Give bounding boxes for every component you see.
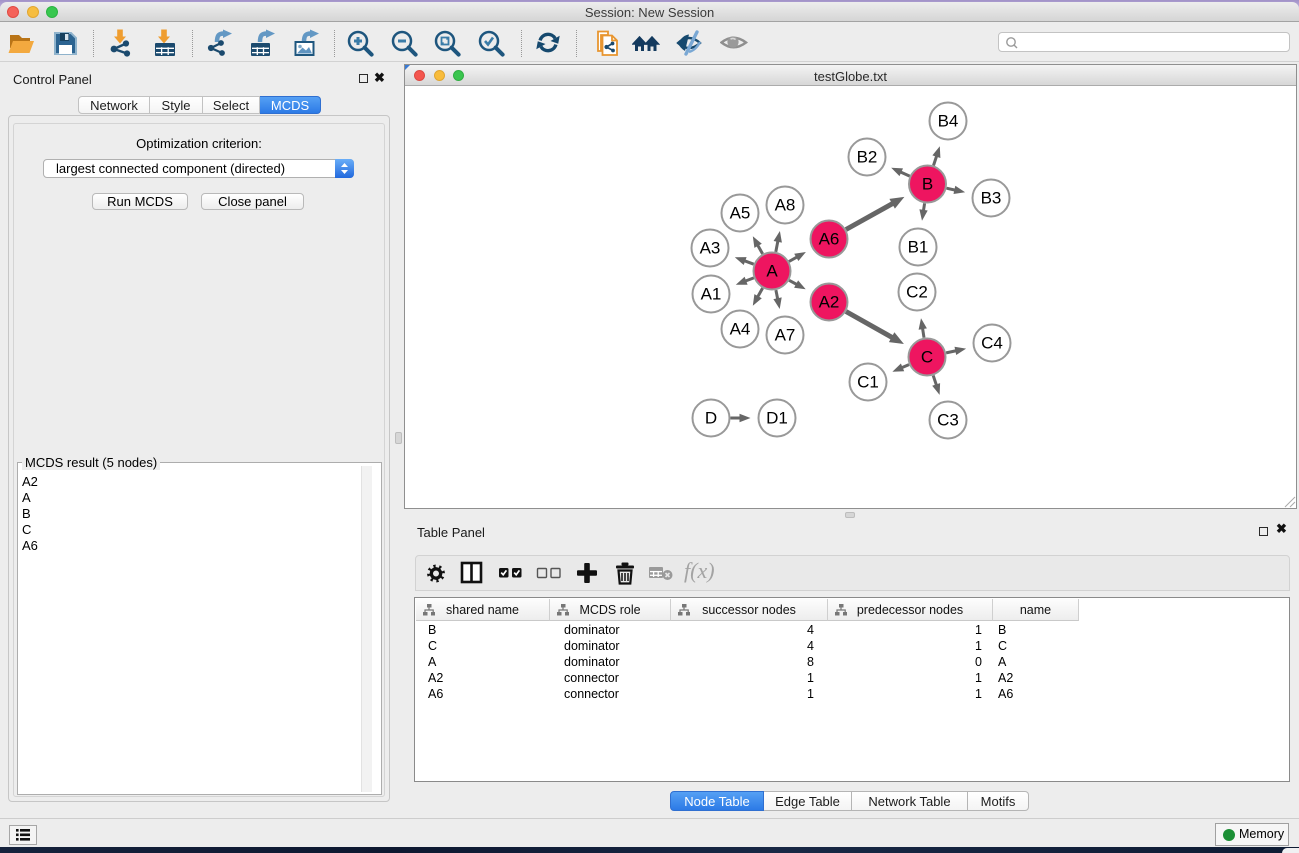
svg-text:C4: C4 bbox=[981, 334, 1003, 353]
svg-text:A8: A8 bbox=[775, 196, 796, 215]
svg-text:D: D bbox=[705, 409, 717, 428]
svg-text:C: C bbox=[921, 348, 933, 367]
svg-text:A2: A2 bbox=[819, 293, 840, 312]
svg-text:C1: C1 bbox=[857, 373, 879, 392]
svg-text:A7: A7 bbox=[775, 326, 796, 345]
svg-text:A: A bbox=[766, 262, 778, 281]
svg-text:D1: D1 bbox=[766, 409, 788, 428]
svg-text:A6: A6 bbox=[819, 230, 840, 249]
svg-text:A5: A5 bbox=[730, 204, 751, 223]
svg-text:B4: B4 bbox=[938, 112, 959, 131]
svg-text:C3: C3 bbox=[937, 411, 959, 430]
svg-text:B2: B2 bbox=[857, 148, 878, 167]
svg-text:B3: B3 bbox=[981, 189, 1002, 208]
svg-text:B1: B1 bbox=[908, 238, 929, 257]
svg-text:C2: C2 bbox=[906, 283, 928, 302]
svg-text:B: B bbox=[922, 175, 933, 194]
svg-text:A3: A3 bbox=[700, 239, 721, 258]
svg-text:A1: A1 bbox=[701, 285, 722, 304]
svg-text:A4: A4 bbox=[730, 320, 751, 339]
